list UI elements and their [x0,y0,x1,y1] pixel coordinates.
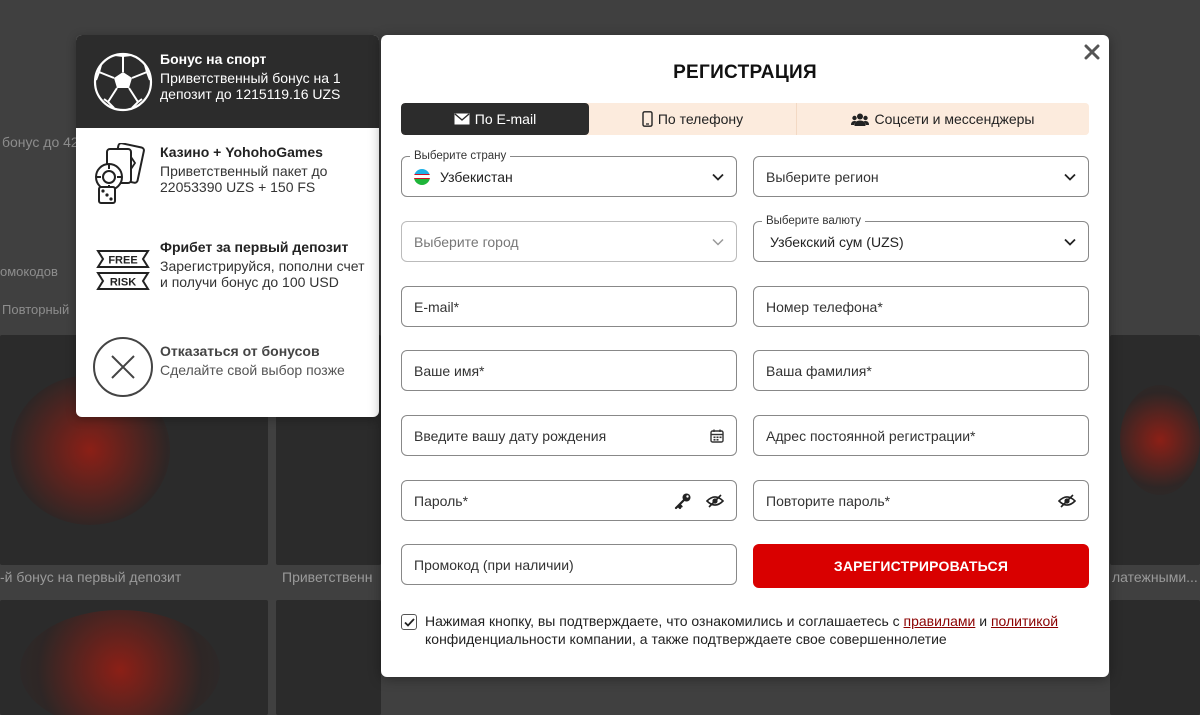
region-placeholder: Выберите регион [766,168,879,185]
email-field[interactable]: E-mail* [401,286,737,327]
tab-label: По E-mail [474,111,537,127]
decline-x-icon [92,336,154,398]
bonus-option-casino[interactable]: Казино + YohohoGames Приветственный паке… [76,128,379,223]
bg-repeat-text: Повторный [2,302,70,317]
bg-promocodes-text: омокодов [0,264,58,279]
page-title: РЕГИСТРАЦИЯ [673,62,817,83]
region-select[interactable]: Выберите регион [753,156,1089,197]
country-value: Узбекистан [440,168,513,185]
chevron-down-icon [1064,173,1076,181]
password-placeholder: Пароль* [414,492,469,509]
birthdate-placeholder: Введите вашу дату рождения [414,427,607,444]
soccer-ball-icon [92,51,154,113]
chevron-down-icon [712,173,724,181]
free-risk-icon: FREE RISK [92,239,154,301]
currency-value: Узбекский сум (UZS) [770,233,904,250]
chevron-down-icon [712,238,724,246]
country-select[interactable]: Выберите страну Узбекистан [401,149,737,197]
eye-slash-icon[interactable] [1058,493,1076,508]
uzbekistan-flag-icon [414,168,430,185]
close-icon[interactable] [1081,41,1103,63]
bonus-description: Приветственный пакет до 22053390 UZS + 1… [160,163,328,195]
bg-promo-card [0,600,268,715]
bg-card-caption: -й бонус на первый депозит [0,569,182,585]
eye-slash-icon[interactable] [706,493,724,508]
bg-card-caption: латежными... [1112,569,1198,585]
bonus-option-sport[interactable]: Бонус на спорт Приветственный бонус на 1… [76,35,379,128]
tab-label: Соцсети и мессенджеры [874,111,1035,127]
password-repeat-placeholder: Повторите пароль* [766,492,891,509]
tab-phone[interactable]: По телефону [589,103,796,135]
rules-link[interactable]: правилами [904,613,976,629]
risk-badge-text: RISK [110,277,136,289]
consent-text: Нажимая кнопку, вы подтверждаете, что оз… [425,612,1091,648]
casino-cards-icon [92,143,154,206]
bg-promo-card [276,600,381,715]
terms-consent: Нажимая кнопку, вы подтверждаете, что оз… [401,612,1091,648]
last-name-placeholder: Ваша фамилия* [766,362,872,379]
bonus-title: Фрибет за первый депозит [160,239,349,255]
last-name-field[interactable]: Ваша фамилия* [753,350,1089,391]
email-placeholder: E-mail* [414,298,460,315]
envelope-icon [454,113,470,125]
phone-icon [642,111,653,127]
phone-field[interactable]: Номер телефона* [753,286,1089,327]
register-button[interactable]: ЗАРЕГИСТРИРОВАТЬСЯ [753,544,1089,588]
city-placeholder: Выберите город [414,233,519,250]
address-field[interactable]: Адрес постоянной регистрации* [753,415,1089,456]
currency-select[interactable]: Выберите валюту Узбекский сум (UZS) [753,214,1089,262]
checkmark-icon [403,617,415,627]
bonus-option-freebet[interactable]: FREE RISK Фрибет за первый депозит Зарег… [76,223,379,318]
bg-promo-text: бонус до 42 [2,134,79,150]
tab-label: По телефону [657,111,744,127]
password-repeat-field[interactable]: Повторите пароль* [753,480,1089,521]
free-badge-text: FREE [108,255,137,267]
password-field[interactable]: Пароль* [401,480,737,521]
bonus-title: Бонус на спорт [160,51,267,67]
phone-placeholder: Номер телефона* [766,298,883,315]
bonus-description: Зарегистрируйся, пополни счет и получи б… [160,258,365,290]
first-name-placeholder: Ваше имя* [414,362,485,379]
currency-field-label: Выберите валюту [762,214,865,228]
bonus-selection-panel: Бонус на спорт Приветственный бонус на 1… [76,35,379,417]
birthdate-field[interactable]: Введите вашу дату рождения [401,415,737,456]
consent-text-part: конфиденциальности компании, а также под… [425,631,947,647]
key-icon[interactable] [674,492,692,510]
bg-promo-card [1110,335,1200,565]
users-icon [851,113,870,126]
country-field-label: Выберите страну [410,149,511,163]
first-name-field[interactable]: Ваше имя* [401,350,737,391]
bg-promo-card [1110,600,1200,715]
tab-social[interactable]: Соцсети и мессенджеры [797,103,1089,135]
city-select[interactable]: Выберите город [401,221,737,262]
promo-code-field[interactable]: Промокод (при наличии) [401,544,737,585]
bonus-title: Отказаться от бонусов [160,343,320,359]
bg-card-caption: Приветственн [282,569,373,585]
bonus-option-decline[interactable]: Отказаться от бонусов Сделайте свой выбо… [76,318,379,413]
bonus-description: Сделайте свой выбор позже [160,362,345,378]
promo-placeholder: Промокод (при наличии) [414,556,574,573]
chevron-down-icon [1064,238,1076,246]
consent-checkbox[interactable] [401,614,417,630]
consent-text-part: Нажимая кнопку, вы подтверждаете, что оз… [425,613,904,629]
bonus-title: Казино + YohohoGames [160,144,323,160]
bonus-description: Приветственный бонус на 1 депозит до 121… [160,70,341,102]
policy-link[interactable]: политикой [991,613,1058,629]
address-placeholder: Адрес постоянной регистрации* [766,427,976,444]
registration-modal: РЕГИСТРАЦИЯ По E-mail По телефону Соцсет… [381,35,1109,677]
tab-email[interactable]: По E-mail [401,103,589,135]
registration-method-tabs: По E-mail По телефону Соцсети и мессендж… [401,103,1089,135]
consent-text-part: и [975,613,991,629]
calendar-icon[interactable] [710,429,724,443]
